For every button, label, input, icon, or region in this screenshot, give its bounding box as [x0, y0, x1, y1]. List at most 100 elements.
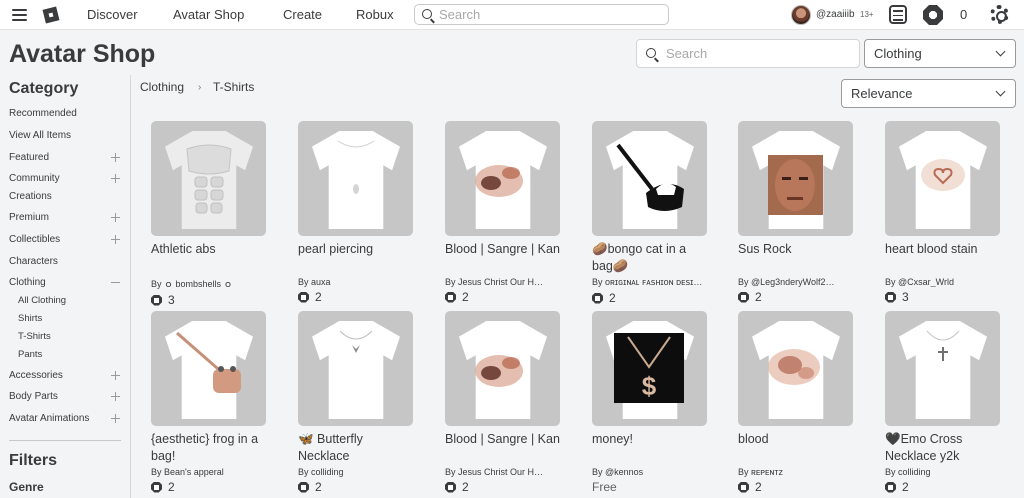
collapse-icon[interactable]	[111, 278, 120, 287]
item-name[interactable]: {aesthetic} frog in a bag!	[151, 431, 266, 465]
item-name[interactable]: Sus Rock	[738, 241, 853, 275]
breadcrumb-clothing[interactable]: Clothing	[140, 80, 184, 94]
item-card[interactable]: $ money! By @kennos Free	[592, 311, 707, 494]
item-card[interactable]: Blood | Sangre | Kan By Jesus Christ Our…	[445, 311, 560, 494]
nav-avatar-shop[interactable]: Avatar Shop	[173, 7, 244, 22]
item-card[interactable]: Athletic abs By ｏ bombshells ｏ 3	[151, 121, 266, 307]
category-dropdown[interactable]: Clothing	[864, 39, 1016, 68]
item-thumbnail[interactable]	[738, 121, 853, 236]
item-card[interactable]: 🦋 Butterfly Necklace By colliding 2	[298, 311, 413, 494]
money-chain-graphic: $	[614, 333, 684, 403]
sidebar-item-premium[interactable]: Premium	[9, 212, 49, 223]
blood-graphic	[475, 165, 523, 197]
item-card[interactable]: pearl piercing By auxa 2	[298, 121, 413, 304]
gear-icon[interactable]	[990, 5, 1009, 24]
top-nav-bar: Discover Avatar Shop Create Robux @zaaii…	[0, 0, 1024, 30]
item-thumbnail[interactable]	[151, 311, 266, 426]
item-card[interactable]: {aesthetic} frog in a bag! By Bean's app…	[151, 311, 266, 494]
item-thumbnail[interactable]	[298, 121, 413, 236]
menu-icon[interactable]	[12, 9, 27, 21]
price-value: 2	[315, 480, 322, 494]
sidebar-item-body-parts[interactable]: Body Parts	[9, 391, 58, 402]
item-creator[interactable]: By ｏ bombshells ｏ	[151, 277, 266, 290]
item-thumbnail[interactable]: $	[592, 311, 707, 426]
item-card[interactable]: 🥔bongo cat in a bag🥔 By ᴏʀɪɢɪɴᴀʟ ꜰᴀꜱʜɪᴏɴ…	[592, 121, 707, 305]
robux-balance[interactable]: 0	[960, 7, 967, 22]
nav-robux[interactable]: Robux	[356, 7, 394, 22]
robux-icon[interactable]	[923, 5, 943, 25]
sidebar-item-featured[interactable]: Featured	[9, 152, 49, 163]
sidebar-item-collectibles[interactable]: Collectibles	[9, 234, 60, 245]
sidebar-item-characters[interactable]: Characters	[9, 256, 58, 267]
item-thumbnail[interactable]	[885, 311, 1000, 426]
item-card[interactable]: heart blood stain By @Cxsar_Wrld 3	[885, 121, 1000, 304]
item-thumbnail[interactable]	[885, 121, 1000, 236]
catalog-list-icon[interactable]	[889, 5, 907, 24]
item-name[interactable]: pearl piercing	[298, 241, 413, 275]
roblox-logo-icon[interactable]	[42, 6, 60, 24]
sort-dropdown[interactable]: Relevance	[841, 79, 1016, 108]
item-card[interactable]: blood By ʀᴇᴘᴇɴᴛᴢ 2	[738, 311, 853, 494]
item-name[interactable]: heart blood stain	[885, 241, 1000, 275]
item-name[interactable]: Athletic abs	[151, 241, 266, 275]
item-thumbnail[interactable]	[445, 311, 560, 426]
genre-label[interactable]: Genre	[9, 480, 44, 494]
sidebar-item-community[interactable]: Community	[9, 173, 60, 184]
sidebar-subitem-all-clothing[interactable]: All Clothing	[18, 295, 66, 306]
item-creator[interactable]: By colliding	[885, 467, 1000, 477]
robux-icon	[738, 291, 749, 303]
nav-create[interactable]: Create	[283, 7, 322, 22]
sidebar-item-clothing[interactable]: Clothing	[9, 277, 46, 288]
sidebar-item-accessories[interactable]: Accessories	[9, 370, 63, 381]
item-creator[interactable]: By colliding	[298, 467, 413, 477]
sidebar-subitem-shirts[interactable]: Shirts	[18, 313, 42, 324]
item-creator[interactable]: By Jesus Christ Our H…	[445, 277, 560, 287]
top-search-box[interactable]	[414, 4, 669, 25]
expand-icon[interactable]	[111, 153, 120, 162]
expand-icon[interactable]	[111, 371, 120, 380]
item-creator[interactable]: By ʀᴇᴘᴇɴᴛᴢ	[738, 467, 853, 477]
item-thumbnail[interactable]	[592, 121, 707, 236]
item-creator[interactable]: By Bean's apperal	[151, 467, 266, 477]
expand-icon[interactable]	[111, 414, 120, 423]
item-card[interactable]: Sus Rock By @Leg3nderyWolf2… 2	[738, 121, 853, 304]
sidebar-subitem-t-shirts[interactable]: T-Shirts	[18, 331, 51, 342]
item-card[interactable]: 🖤Emo Cross Necklace y2k By colliding 2	[885, 311, 1000, 494]
username[interactable]: @zaaiiib	[816, 9, 855, 20]
item-creator[interactable]: By @Leg3nderyWolf2…	[738, 277, 853, 287]
avatar[interactable]	[791, 5, 811, 25]
item-creator[interactable]: By auxa	[298, 277, 413, 287]
item-thumbnail[interactable]	[738, 311, 853, 426]
item-thumbnail[interactable]	[298, 311, 413, 426]
item-creator[interactable]: By @Cxsar_Wrld	[885, 277, 1000, 287]
item-name[interactable]: Blood | Sangre | Kan	[445, 241, 560, 275]
top-search-input[interactable]	[439, 7, 659, 22]
shop-search-box[interactable]	[636, 39, 860, 68]
item-name[interactable]: 🦋 Butterfly Necklace	[298, 431, 413, 465]
expand-icon[interactable]	[111, 213, 120, 222]
item-thumbnail[interactable]	[151, 121, 266, 236]
item-creator[interactable]: By ᴏʀɪɢɪɴᴀʟ ꜰᴀꜱʜɪᴏɴ ᴅᴇꜱɪ…	[592, 277, 707, 288]
item-card[interactable]: Blood | Sangre | Kan By Jesus Christ Our…	[445, 121, 560, 304]
item-name[interactable]: blood	[738, 431, 853, 465]
expand-icon[interactable]	[111, 174, 120, 183]
item-name[interactable]: Blood | Sangre | Kan	[445, 431, 560, 465]
sidebar-item-creations[interactable]: Creations	[9, 191, 52, 202]
robux-icon	[885, 291, 896, 303]
sidebar-subitem-pants[interactable]: Pants	[18, 349, 42, 360]
sidebar-item-recommended[interactable]: Recommended	[9, 108, 77, 119]
nav-discover[interactable]: Discover	[87, 7, 138, 22]
item-creator[interactable]: By @kennos	[592, 467, 707, 477]
item-thumbnail[interactable]	[445, 121, 560, 236]
sidebar-item-avatar-animations[interactable]: Avatar Animations	[9, 413, 89, 424]
item-name[interactable]: 🖤Emo Cross Necklace y2k	[885, 431, 1000, 465]
search-icon	[422, 9, 432, 19]
frog-bag-graphic	[176, 331, 241, 393]
item-name[interactable]: 🥔bongo cat in a bag🥔	[592, 241, 707, 275]
item-creator[interactable]: By Jesus Christ Our H…	[445, 467, 560, 477]
expand-icon[interactable]	[111, 392, 120, 401]
sidebar-item-view-all[interactable]: View All Items	[9, 130, 71, 141]
expand-icon[interactable]	[111, 235, 120, 244]
item-name[interactable]: money!	[592, 431, 707, 465]
shop-search-input[interactable]	[666, 46, 851, 61]
